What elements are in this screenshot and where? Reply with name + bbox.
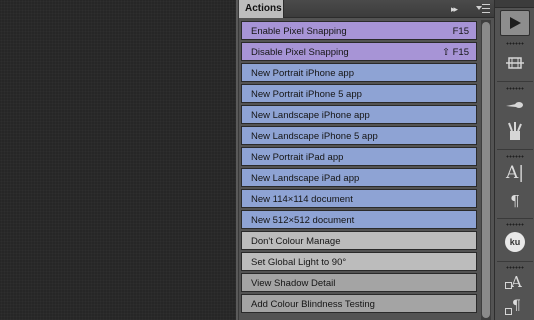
action-button[interactable]: New 114×114 document — [241, 189, 477, 208]
panel-dock-toolbar: A| ¶ ku A ¶ — [494, 0, 534, 320]
scroll-thumb[interactable] — [482, 22, 490, 318]
action-label: View Shadow Detail — [251, 278, 336, 289]
panel-header: Actions ▸▸ — [239, 0, 494, 18]
document-canvas — [0, 0, 236, 320]
action-label: Enable Pixel Snapping — [251, 26, 347, 37]
action-label: Add Colour Blindness Testing — [251, 299, 375, 310]
brushes-icon — [508, 122, 522, 140]
action-shortcut: F15 — [452, 26, 469, 37]
action-button[interactable]: New Landscape iPhone app — [241, 105, 477, 124]
action-label: New Landscape iPhone 5 app — [251, 131, 378, 142]
action-shortcut: ⇧ F15 — [442, 47, 469, 58]
action-button[interactable]: Don't Colour Manage — [241, 231, 477, 250]
character-styles-button[interactable]: A — [500, 271, 530, 297]
dock-divider — [497, 149, 533, 150]
action-label: Set Global Light to 90° — [251, 257, 347, 268]
collapse-panel-icon[interactable]: ▸▸ — [451, 2, 465, 16]
action-label: Disable Pixel Snapping — [251, 47, 349, 58]
character-styles-icon: A — [505, 273, 525, 294]
action-button[interactable]: New Portrait iPhone 5 app — [241, 84, 477, 103]
kuler-icon: ku — [505, 232, 525, 252]
timeline-button[interactable] — [500, 50, 530, 76]
brush-panel-button[interactable] — [500, 118, 530, 144]
kuler-button[interactable]: ku — [500, 229, 530, 255]
play-icon — [510, 17, 521, 29]
action-button[interactable]: New Landscape iPad app — [241, 168, 477, 187]
actions-play-button[interactable] — [500, 10, 530, 36]
action-button[interactable]: Add Colour Blindness Testing — [241, 294, 477, 313]
dock-divider — [497, 81, 533, 82]
dock-grip[interactable] — [506, 266, 524, 269]
action-label: Don't Colour Manage — [251, 236, 341, 247]
dock-grip[interactable] — [506, 155, 524, 158]
action-label: New Landscape iPad app — [251, 173, 360, 184]
dock-divider — [497, 218, 533, 219]
brush-presets-button[interactable] — [500, 92, 530, 118]
actions-list: Enable Pixel Snapping F15 Disable Pixel Sn… — [241, 21, 477, 320]
paragraph-button[interactable]: ¶ — [500, 188, 530, 214]
film-icon — [506, 57, 524, 69]
dock-divider — [497, 261, 533, 262]
actions-panel: Actions ▸▸ Enable Pixel Snapping F15 Disab… — [239, 0, 494, 320]
action-label: New Portrait iPhone app — [251, 68, 354, 79]
action-label: New 114×114 document — [251, 194, 353, 205]
tab-actions[interactable]: Actions — [239, 0, 284, 18]
action-button[interactable]: New Landscape iPhone 5 app — [241, 126, 477, 145]
brush-icon — [506, 102, 523, 108]
action-button[interactable]: New 512×512 document — [241, 210, 477, 229]
paragraph-styles-icon: ¶ — [505, 298, 525, 320]
paragraph-styles-button[interactable]: ¶ — [500, 296, 530, 320]
action-label: New Landscape iPhone app — [251, 110, 370, 121]
dock-grip[interactable] — [506, 223, 524, 226]
paragraph-icon: ¶ — [510, 192, 520, 210]
action-label: New 512×512 document — [251, 215, 355, 226]
scrollbar[interactable] — [481, 20, 491, 320]
action-button[interactable]: New Portrait iPad app — [241, 147, 477, 166]
action-label: New Portrait iPhone 5 app — [251, 89, 362, 100]
action-button[interactable]: New Portrait iPhone app — [241, 63, 477, 82]
dock-grip[interactable] — [506, 87, 524, 90]
character-icon: A| — [505, 163, 524, 183]
action-button[interactable]: View Shadow Detail — [241, 273, 477, 292]
panel-menu-icon[interactable] — [476, 3, 490, 15]
character-button[interactable]: A| — [500, 160, 530, 186]
action-button[interactable]: Disable Pixel Snapping ⇧ F15 — [241, 42, 477, 61]
dock-grip[interactable] — [506, 42, 524, 45]
action-button[interactable]: Enable Pixel Snapping F15 — [241, 21, 477, 40]
dock-header — [495, 0, 534, 8]
action-label: New Portrait iPad app — [251, 152, 344, 163]
action-button[interactable]: Set Global Light to 90° — [241, 252, 477, 271]
